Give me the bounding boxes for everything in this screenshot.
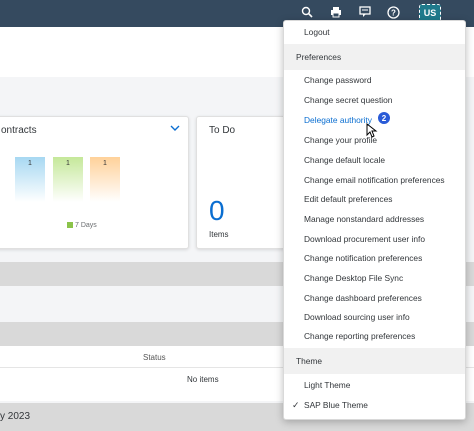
chart-bar: 1: [90, 157, 120, 202]
menu-item-change-password[interactable]: Change password: [284, 71, 465, 90]
step-callout-badge: 2: [377, 111, 391, 125]
menu-item-change-reporting-preferences[interactable]: Change reporting preferences: [284, 327, 465, 346]
chevron-down-icon[interactable]: [170, 123, 180, 135]
checkmark-icon: ✓: [292, 400, 300, 410]
todo-count-label: Items: [209, 230, 229, 239]
user-menu-dropdown: Logout Preferences Change password Chang…: [283, 20, 466, 420]
menu-section-preferences: Preferences: [284, 44, 465, 70]
menu-item-sap-blue-theme[interactable]: ✓ SAP Blue Theme: [284, 396, 465, 415]
menu-item-download-procurement-user-info[interactable]: Download procurement user info: [284, 230, 465, 249]
menu-section-theme: Theme: [284, 348, 465, 374]
menu-item-change-notification-preferences[interactable]: Change notification preferences: [284, 249, 465, 268]
menu-item-manage-nonstandard-addresses[interactable]: Manage nonstandard addresses: [284, 210, 465, 229]
menu-item-label: SAP Blue Theme: [304, 400, 368, 410]
chart-legend: 7 Days: [67, 222, 97, 229]
menu-item-change-email-notification-preferences[interactable]: Change email notification preferences: [284, 171, 465, 190]
menu-item-download-sourcing-user-info[interactable]: Download sourcing user info: [284, 308, 465, 327]
chart-bar: 1: [15, 157, 45, 202]
menu-item-logout[interactable]: Logout: [284, 23, 465, 42]
contracts-card[interactable]: ontracts 1 1 1 7 Days: [0, 116, 189, 249]
todo-count[interactable]: 0: [209, 195, 225, 227]
legend-label: 7 Days: [75, 222, 97, 229]
svg-text:?: ?: [391, 9, 396, 18]
todo-card-title: To Do: [209, 125, 236, 136]
contracts-card-title: ontracts: [1, 125, 37, 136]
chart-bar: 1: [53, 157, 83, 202]
table-empty-text: No items: [187, 375, 219, 384]
table-header-status[interactable]: Status: [143, 353, 166, 362]
mouse-cursor-icon: [366, 122, 378, 139]
menu-item-change-secret-question[interactable]: Change secret question: [284, 91, 465, 110]
menu-item-change-desktop-file-sync[interactable]: Change Desktop File Sync: [284, 269, 465, 288]
menu-item-change-dashboard-preferences[interactable]: Change dashboard preferences: [284, 289, 465, 308]
month-group-label: y 2023: [0, 411, 31, 422]
menu-item-change-default-locale[interactable]: Change default locale: [284, 151, 465, 170]
todo-card[interactable]: To Do 0 Items: [196, 116, 286, 249]
legend-swatch: [67, 222, 73, 229]
menu-item-light-theme[interactable]: Light Theme: [284, 376, 465, 395]
menu-item-edit-default-preferences[interactable]: Edit default preferences: [284, 190, 465, 209]
